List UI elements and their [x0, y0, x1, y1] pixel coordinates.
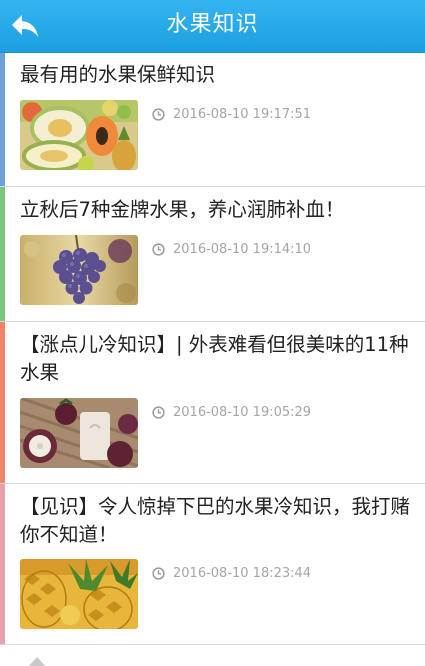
article-title: 立秋后7种金牌水果，养心润肺补血！ — [20, 198, 345, 221]
article-list: 最有用的水果保鲜知识 2016-08-10 19:17:51 立秋后7种金牌水果… — [0, 53, 425, 645]
article-meta: 2016-08-10 18:23:44 — [152, 566, 311, 581]
partial-next-item[interactable] — [0, 645, 425, 666]
article-item[interactable]: 【见识】令人惊掉下巴的水果冷知识，我打赌你不知道！ 2016-08-10 18:… — [0, 484, 425, 645]
item-accent-bar — [0, 484, 5, 644]
article-thumbnail — [20, 398, 138, 468]
article-title: 【见识】令人惊掉下巴的水果冷知识，我打赌你不知道！ — [20, 495, 411, 546]
header-bar: 水果知识 — [0, 0, 425, 53]
article-time: 2016-08-10 19:17:51 — [173, 107, 312, 122]
article-meta: 2016-08-10 19:05:29 — [152, 405, 311, 420]
article-time: 2016-08-10 19:05:29 — [173, 405, 312, 420]
clock-icon — [152, 243, 165, 256]
page-title: 水果知识 — [166, 12, 259, 37]
item-accent-bar — [0, 187, 5, 321]
article-title: 【涨点儿冷知识】| 外表难看但很美味的11种水果 — [20, 333, 409, 384]
clock-icon — [152, 567, 165, 580]
article-thumbnail — [20, 235, 138, 305]
clock-icon — [152, 108, 165, 121]
article-item[interactable]: 【涨点儿冷知识】| 外表难看但很美味的11种水果 2016-08-10 19:0… — [0, 322, 425, 484]
article-time: 2016-08-10 19:14:10 — [173, 242, 312, 257]
item-accent-bar — [0, 53, 5, 186]
item-accent-bar — [0, 322, 5, 483]
clock-icon — [152, 406, 165, 419]
article-time: 2016-08-10 18:23:44 — [173, 566, 312, 581]
article-meta: 2016-08-10 19:14:10 — [152, 242, 311, 257]
article-title: 最有用的水果保鲜知识 — [20, 63, 216, 86]
article-item[interactable]: 最有用的水果保鲜知识 2016-08-10 19:17:51 — [0, 53, 425, 187]
article-thumbnail — [20, 100, 138, 170]
home-icon — [28, 657, 46, 666]
article-thumbnail — [20, 559, 138, 629]
article-meta: 2016-08-10 19:17:51 — [152, 107, 311, 122]
article-item[interactable]: 立秋后7种金牌水果，养心润肺补血！ 2016-08-10 19:14:10 — [0, 187, 425, 322]
